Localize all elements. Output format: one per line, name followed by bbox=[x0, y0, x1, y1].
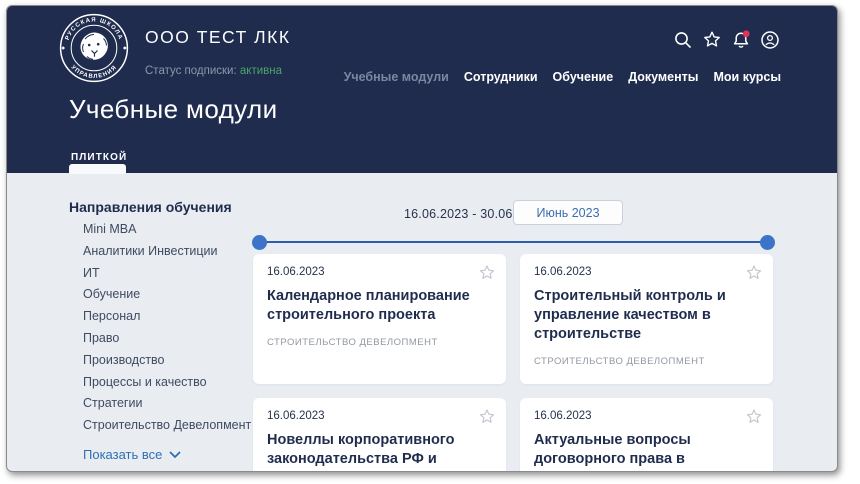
nav-item-obuchenie[interactable]: Обучение bbox=[553, 70, 614, 84]
notification-dot bbox=[743, 30, 750, 37]
sidebar-item-mini-mba[interactable]: Mini MBA bbox=[83, 219, 251, 241]
star-icon[interactable] bbox=[701, 29, 723, 51]
company-name: ООО ТЕСТ ЛКК bbox=[145, 27, 291, 48]
show-all-label: Показать все bbox=[83, 447, 162, 462]
sidebar-item-proizvodstvo[interactable]: Производство bbox=[83, 350, 251, 372]
slider-track bbox=[259, 241, 768, 244]
bell-icon[interactable] bbox=[730, 29, 752, 51]
card-title: Строительный контроль и управление качес… bbox=[534, 287, 759, 344]
slider-handle-end[interactable] bbox=[760, 235, 775, 250]
sidebar-item-pravo[interactable]: Право bbox=[83, 328, 251, 350]
slider-handle-start[interactable] bbox=[252, 235, 267, 250]
chevron-down-icon bbox=[169, 451, 181, 459]
card-title: Календарное планирование строительного п… bbox=[267, 287, 492, 325]
course-card[interactable]: 16.06.2023 Календарное планирование стро… bbox=[253, 254, 506, 384]
month-picker-button[interactable]: Июнь 2023 bbox=[513, 200, 623, 225]
tab-label: плиткой bbox=[71, 152, 127, 163]
course-card[interactable]: 16.06.2023 Строительный контроль и управ… bbox=[520, 254, 773, 384]
nav-item-moi-kursy[interactable]: Мои курсы bbox=[713, 70, 781, 84]
card-tag: СТРОИТЕЛЬСТВО ДЕВЕЛОПМЕНТ bbox=[267, 337, 492, 348]
favorite-star-icon[interactable] bbox=[478, 408, 496, 426]
logo[interactable]: РУССКАЯ ШКОЛА УПРАВЛЕНИЯ bbox=[59, 13, 129, 83]
sidebar-category-list: Mini MBA Аналитики Инвестиции ИТ Обучени… bbox=[83, 219, 251, 437]
svg-text:УПРАВЛЕНИЯ: УПРАВЛЕНИЯ bbox=[70, 65, 119, 81]
subscription-value: активна bbox=[240, 65, 282, 77]
school-emblem-icon: РУССКАЯ ШКОЛА УПРАВЛЕНИЯ bbox=[59, 13, 129, 83]
date-range-slider bbox=[252, 234, 775, 250]
sidebar-item-it[interactable]: ИТ bbox=[83, 263, 251, 285]
sidebar-item-personal[interactable]: Персонал bbox=[83, 306, 251, 328]
card-title: Новеллы корпоративного законодательства … bbox=[267, 431, 492, 472]
page-title: Учебные модули bbox=[69, 94, 278, 125]
card-date: 16.06.2023 bbox=[267, 410, 492, 422]
sidebar-item-analitiki-investicii[interactable]: Аналитики Инвестиции bbox=[83, 241, 251, 263]
sidebar-item-obuchenie[interactable]: Обучение bbox=[83, 284, 251, 306]
sidebar-item-processy-i-kachestvo[interactable]: Процессы и качество bbox=[83, 372, 251, 394]
header-icons bbox=[672, 29, 781, 51]
main-nav: Учебные модули Сотрудники Обучение Докум… bbox=[344, 70, 781, 84]
content-area: Направления обучения Mini MBA Аналитики … bbox=[7, 173, 837, 472]
tab-tile-view[interactable]: плиткой bbox=[71, 147, 127, 165]
logo-bottom-text: УПРАВЛЕНИЯ bbox=[70, 65, 119, 81]
show-all-link[interactable]: Показать все bbox=[83, 447, 181, 462]
course-card-grid: 16.06.2023 Календарное планирование стро… bbox=[253, 254, 773, 472]
subscription-status: Статус подписки: активна bbox=[145, 65, 282, 77]
card-title: Актуальные вопросы договорного права в п… bbox=[534, 431, 759, 472]
card-tag: СТРОИТЕЛЬСТВО ДЕВЕЛОПМЕНТ bbox=[534, 356, 759, 367]
sidebar-item-strategii[interactable]: Стратегии bbox=[83, 393, 251, 415]
header: РУССКАЯ ШКОЛА УПРАВЛЕНИЯ bbox=[7, 6, 837, 173]
subscription-label: Статус подписки: bbox=[145, 65, 237, 77]
user-icon[interactable] bbox=[759, 29, 781, 51]
lion-face-icon bbox=[80, 33, 107, 60]
sidebar-heading: Направления обучения bbox=[69, 199, 232, 215]
favorite-star-icon[interactable] bbox=[745, 408, 763, 426]
card-date: 16.06.2023 bbox=[534, 410, 759, 422]
card-date: 16.06.2023 bbox=[267, 266, 492, 278]
course-card[interactable]: 16.06.2023 Новеллы корпоративного законо… bbox=[253, 398, 506, 472]
course-card[interactable]: 16.06.2023 Актуальные вопросы договорног… bbox=[520, 398, 773, 472]
nav-item-sotrudniki[interactable]: Сотрудники bbox=[464, 70, 538, 84]
nav-item-dokumenty[interactable]: Документы bbox=[628, 70, 698, 84]
favorite-star-icon[interactable] bbox=[478, 264, 496, 282]
nav-item-uchebnye-moduli[interactable]: Учебные модули bbox=[344, 70, 449, 84]
card-date: 16.06.2023 bbox=[534, 266, 759, 278]
favorite-star-icon[interactable] bbox=[745, 264, 763, 282]
search-icon[interactable] bbox=[672, 29, 694, 51]
app-window: РУССКАЯ ШКОЛА УПРАВЛЕНИЯ bbox=[6, 5, 838, 472]
sidebar-item-stroitelstvo-development[interactable]: Строительство Девелопмент bbox=[83, 415, 251, 437]
